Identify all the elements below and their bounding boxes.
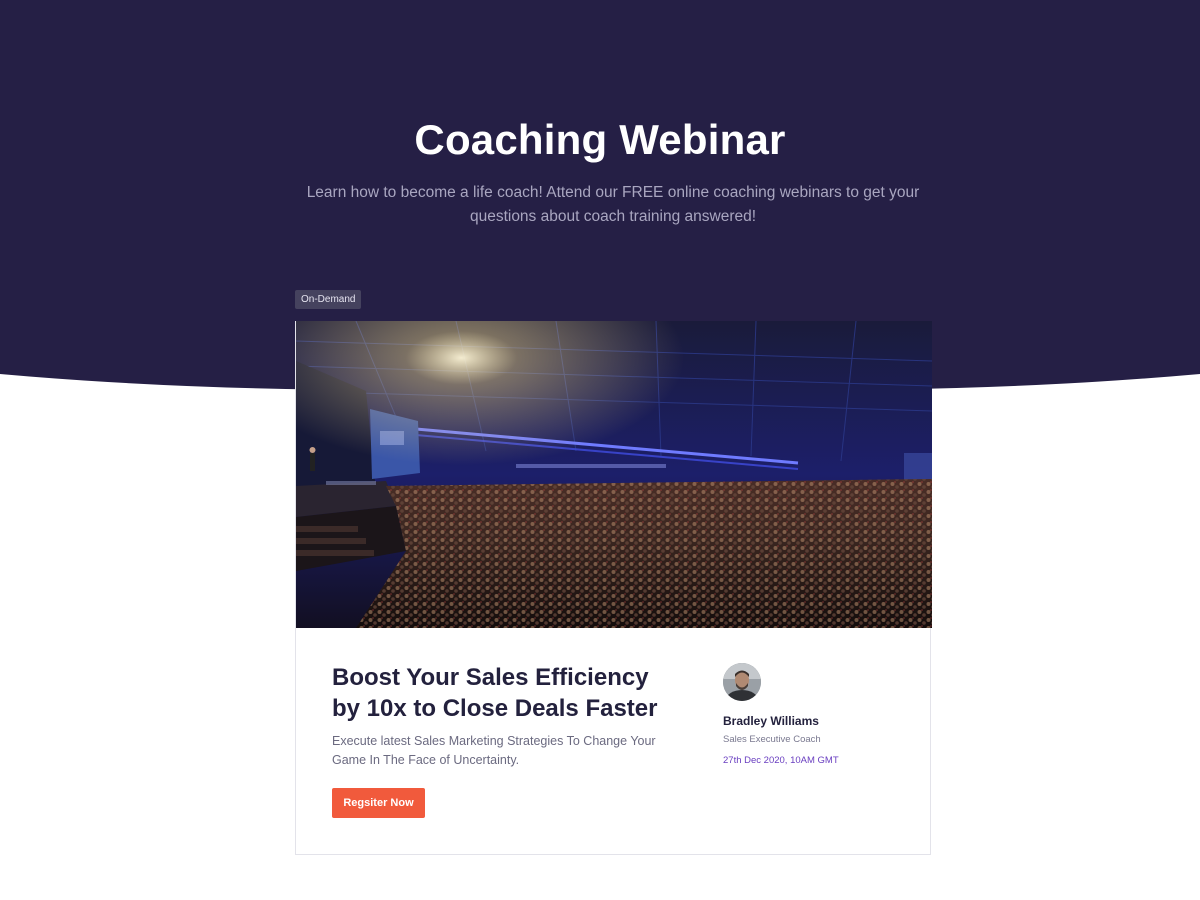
webinar-page: Coaching Webinar Learn how to become a l… [0,0,1200,900]
page-subtitle: Learn how to become a life coach! Attend… [306,184,920,225]
webinar-description: Execute latest Sales Marketing Strategie… [332,734,656,767]
speaker-role: Sales Executive Coach [723,734,821,745]
webinar-date: 27th Dec 2020, 10AM GMT [723,755,839,766]
on-demand-badge: On-Demand [295,290,362,309]
webinar-card: Boost Your Sales Efficiency by 10x to Cl… [295,321,932,855]
speaker-avatar [723,663,761,701]
register-now-button[interactable]: Regsiter Now [332,788,425,818]
webinar-title: Boost Your Sales Efficiency by 10x to Cl… [332,664,658,722]
conference-hall-image [296,321,932,628]
page-title: Coaching Webinar [414,116,786,163]
speaker-name: Bradley Williams [723,714,819,728]
